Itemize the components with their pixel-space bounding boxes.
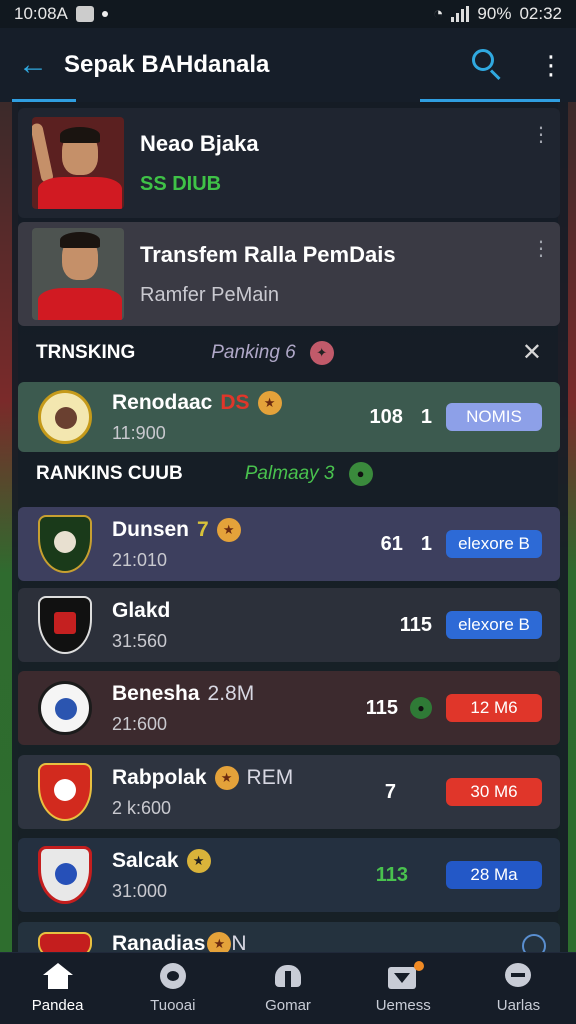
club-name: Renodaac [112, 390, 213, 414]
nav-item-home[interactable]: Pandea [0, 953, 115, 1024]
page-title: Sepak BAHdanala [64, 51, 270, 78]
app-bar: ← Sepak BAHdanala ⋮ [0, 28, 576, 102]
club-pill-button[interactable]: 28 Ma [446, 861, 542, 889]
player-photo [32, 228, 124, 320]
bottom-navigation: Pandea Tuooai Gomar Uemess Uarlas [0, 952, 576, 1024]
dot-icon [101, 11, 108, 17]
club-name: Benesha [112, 681, 200, 705]
nav-item-game[interactable]: Gomar [230, 953, 345, 1024]
medal-icon: ★ [216, 517, 241, 542]
section-label: RANKINS CUUB [36, 463, 183, 484]
game-icon [273, 963, 303, 989]
home-icon [42, 963, 73, 989]
club-subtext: 2 k:600 [112, 797, 172, 818]
status-time-left: 10:08A [14, 4, 68, 23]
video-icon [388, 961, 425, 989]
search-icon[interactable] [468, 45, 508, 85]
club-row[interactable]: Dunsen 7 ★ 21:010 61 1 elexore B [18, 507, 560, 581]
section-filter[interactable]: Palmaay 3 [245, 463, 335, 485]
club-extra: 2.8M [207, 681, 255, 705]
club-row[interactable]: Benesha 2.8M 21:600 115 ● 12 M6 [18, 671, 560, 745]
club-score: 61 [380, 532, 403, 555]
club-row[interactable]: Rabpolak ★ REM 2 k:600 7 30 M6 [18, 755, 560, 829]
nav-label: Uarlas [496, 997, 541, 1014]
club-score: 115 [399, 613, 432, 636]
status-icon: ● [410, 697, 432, 719]
news-card[interactable]: Neao Bjaka SS DIUB ⋮ [18, 108, 560, 218]
club-subtext: 11:900 [112, 422, 166, 443]
more-vertical-icon[interactable]: ⋮ [526, 122, 556, 147]
club-rank: 1 [420, 405, 432, 428]
trending-header: TRNSKING Panking 6 ✦ ✕ [36, 338, 556, 367]
club-pill-button[interactable]: NOMIS [446, 403, 542, 431]
club-name: Rabpolak [112, 765, 207, 789]
club-subtext: 31:000 [112, 880, 168, 901]
signal-icon [451, 6, 470, 22]
news-subtitle: Ramfer PeMain [140, 283, 279, 306]
club-score: 7 [384, 780, 396, 803]
close-icon[interactable]: ✕ [522, 338, 542, 367]
medal-icon: ★ [214, 765, 239, 790]
status-bar: 10:08A ◔ 90% 02:32 [0, 0, 576, 28]
wifi-icon: ◔ [433, 4, 444, 23]
news-title: Neao Bjaka [140, 130, 259, 156]
more-vertical-icon[interactable]: ⋮ [538, 52, 564, 78]
club-crest-icon [38, 390, 92, 444]
rankings-header: RANKINS CUUB Palmaay 3 ● [36, 462, 556, 486]
section-filter[interactable]: Panking 6 [211, 342, 296, 364]
club-subtext: 31:560 [112, 630, 168, 651]
news-subtitle: SS DIUB [140, 172, 222, 195]
club-crest-icon [38, 763, 92, 821]
club-rank: 1 [420, 532, 432, 555]
club-crest-icon [38, 596, 92, 654]
club-tag: DS [220, 390, 250, 414]
club-name: Salcak [112, 848, 179, 872]
club-tag: 7 [197, 517, 209, 541]
nav-label: Tuooai [150, 997, 196, 1014]
nav-label: Pandea [31, 997, 84, 1014]
featured-club-row[interactable]: Renodaac DS ★ 11:900 108 1 NOMIS [18, 382, 560, 452]
nav-label: Uemess [375, 997, 431, 1014]
ball-icon [158, 963, 188, 989]
more-vertical-icon[interactable]: ⋮ [526, 236, 556, 261]
player-photo [32, 117, 124, 209]
medal-icon: ★ [257, 390, 282, 415]
battery-level: 90% [477, 4, 512, 23]
nav-item-chat[interactable]: Uarlas [461, 953, 576, 1024]
trophy-icon: ✦ [309, 340, 334, 365]
news-card[interactable]: Transfem Ralla PemDais Ramfer PeMain ⋮ [18, 222, 560, 326]
club-extra: REM [246, 765, 294, 789]
club-pill-button[interactable]: 12 M6 [446, 694, 542, 722]
club-row[interactable]: Salcak ★ 31:000 113 28 Ma [18, 838, 560, 912]
nav-item-ball[interactable]: Tuooai [115, 953, 230, 1024]
club-crest-icon [38, 515, 92, 573]
chat-icon [503, 963, 533, 989]
back-arrow-icon[interactable]: ← [18, 48, 64, 82]
news-title: Transfem Ralla PemDais [140, 241, 396, 267]
nav-item-video[interactable]: Uemess [346, 953, 461, 1024]
ball-icon: ● [348, 462, 373, 486]
medal-icon: ★ [186, 848, 211, 873]
club-score: 115 [365, 696, 398, 719]
notification-icon [75, 6, 94, 22]
club-row[interactable]: Glakd 31:560 115 elexore B [18, 588, 560, 662]
club-name: Dunsen [112, 517, 190, 541]
club-pill-button[interactable]: elexore B [446, 611, 542, 639]
club-crest-icon [38, 681, 92, 735]
notification-dot [414, 961, 425, 971]
section-label: TRNSKING [36, 341, 136, 363]
club-score: 113 [375, 863, 408, 886]
club-subtext: 21:600 [112, 713, 168, 734]
club-pill-button[interactable]: 30 M6 [446, 778, 542, 806]
club-name: Glakd [112, 598, 171, 622]
club-score: 108 [369, 405, 403, 428]
club-crest-icon [38, 846, 92, 904]
club-subtext: 21:010 [112, 549, 168, 570]
status-clock: 02:32 [519, 4, 562, 23]
nav-label: Gomar [265, 997, 311, 1014]
club-pill-button[interactable]: elexore B [446, 530, 542, 558]
